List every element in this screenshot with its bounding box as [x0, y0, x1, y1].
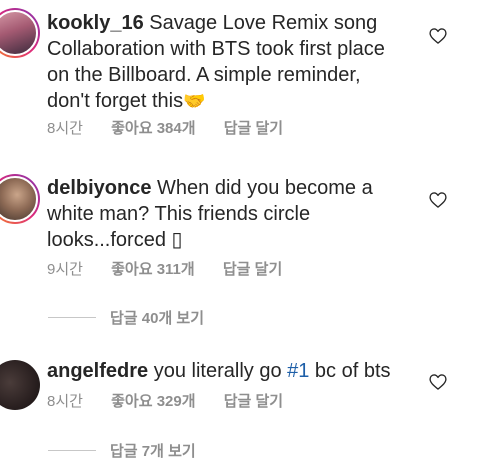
divider [48, 317, 96, 318]
heart-outline-icon[interactable] [428, 26, 448, 46]
comment-text: angelfedre you literally go #1 bc of bts [47, 358, 427, 384]
comment-time: 8시간 [47, 393, 83, 410]
hashtag-link[interactable]: #1 [287, 360, 309, 382]
comment-likes[interactable]: 좋아요 329개 [111, 393, 195, 410]
view-replies-button[interactable]: 답글 40개 보기 [48, 307, 204, 328]
reply-button[interactable]: 답글 달기 [223, 261, 282, 278]
comment-meta: 8시간 좋아요 329개 답글 달기 [47, 390, 307, 411]
comment-meta: 9시간 좋아요 311개 답글 달기 [47, 258, 306, 279]
comment-likes[interactable]: 좋아요 311개 [111, 261, 195, 278]
comment-text: kookly_16 Savage Love Remix song Collabo… [47, 10, 407, 114]
comment-text: delbiyonce When did you become a white m… [47, 175, 407, 253]
comment-likes[interactable]: 좋아요 384개 [111, 120, 195, 137]
unknown-emoji-glyph: ▯ [171, 229, 183, 251]
comment-meta: 8시간 좋아요 384개 답글 달기 [47, 117, 307, 138]
view-replies-button[interactable]: 답글 7개 보기 [48, 440, 196, 461]
reply-button[interactable]: 답글 달기 [224, 393, 283, 410]
comment-time: 8시간 [47, 120, 83, 137]
comment-username[interactable]: delbiyonce [47, 177, 151, 199]
divider [48, 450, 96, 451]
comment-body-start: you literally go [153, 360, 288, 382]
avatar[interactable] [0, 8, 40, 58]
view-replies-label[interactable]: 답글 7개 보기 [110, 440, 196, 461]
handshake-emoji: 🤝 [183, 91, 206, 111]
avatar[interactable] [0, 360, 40, 410]
comment-time: 9시간 [47, 261, 83, 278]
avatar[interactable] [0, 174, 40, 224]
comment-username[interactable]: kookly_16 [47, 12, 144, 34]
view-replies-label[interactable]: 답글 40개 보기 [110, 307, 204, 328]
comment-username[interactable]: angelfedre [47, 360, 148, 382]
heart-outline-icon[interactable] [428, 372, 448, 392]
reply-button[interactable]: 답글 달기 [224, 120, 283, 137]
comment-body-end: bc of bts [309, 360, 391, 382]
heart-outline-icon[interactable] [428, 190, 448, 210]
